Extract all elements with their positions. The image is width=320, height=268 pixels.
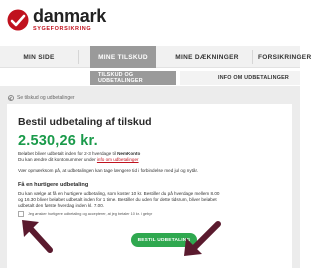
- nav-divider: [252, 50, 253, 64]
- fast-payout-checkbox-label[interactable]: Jeg ønsker hurtigere udbetaling og accep…: [28, 212, 152, 216]
- breadcrumb[interactable]: Se tilskud og udbetalinger: [8, 95, 75, 101]
- annotation-arrow-icon: [184, 221, 221, 256]
- payout-amount: 2.530,26 kr.: [18, 133, 98, 149]
- top-bar: danmark SYGEFORSIKRING: [0, 0, 300, 46]
- brand-logo[interactable]: danmark SYGEFORSIKRING: [7, 7, 106, 37]
- breadcrumb-label: Se tilskud og udbetalinger: [17, 95, 75, 101]
- brand-tagline: SYGEFORSIKRING: [33, 26, 92, 32]
- subtab-info-om-udbetalinger[interactable]: INFO OM UDBETALINGER: [180, 71, 300, 85]
- brand-name: danmark: [33, 6, 106, 26]
- danmark-logo-icon: [7, 9, 29, 31]
- tab-mine-daekninger[interactable]: MINE DÆKNINGER: [168, 46, 246, 68]
- page-title: Bestil udbetaling af tilskud: [18, 116, 152, 128]
- account-info-text: Du kan ændre dit kontonummer under: [18, 157, 97, 162]
- logo-text: danmark SYGEFORSIKRING: [33, 7, 106, 32]
- subtab-tilskud-og-udbetalinger[interactable]: TILSKUD OG UDBETALINGER: [90, 71, 176, 85]
- back-arrow-icon: [8, 95, 14, 101]
- annotation-arrow-icon: [22, 220, 53, 253]
- account-info-line: Du kan ændre dit kontonummer under info …: [18, 157, 139, 163]
- fast-payout-option[interactable]: Jeg ønsker hurtigere udbetaling og accep…: [18, 211, 152, 217]
- fast-payout-checkbox[interactable]: [18, 211, 24, 217]
- fast-payout-heading: Få en hurtigere udbetaling: [18, 182, 89, 188]
- tab-forsikringer[interactable]: FORSIKRINGER: [258, 46, 318, 68]
- nav-divider: [78, 50, 79, 64]
- holiday-notice: Vær opmærksom på, at udbetalingen kan ta…: [18, 168, 199, 173]
- sub-nav: TILSKUD OG UDBETALINGER INFO OM UDBETALI…: [0, 68, 300, 86]
- fast-payout-text-3: udbetalt den første hverdag inden kl. 7.…: [18, 203, 105, 208]
- nemkonto-label: NemKonto: [117, 151, 141, 156]
- tab-min-side[interactable]: MIN SIDE: [0, 46, 78, 68]
- main-nav: MIN SIDE MINE TILSKUD MINE DÆKNINGER FOR…: [0, 46, 311, 68]
- tab-mine-tilskud[interactable]: MINE TILSKUD: [90, 46, 156, 68]
- payout-info-text: Beløbet bliver udbetalt inden for 2-3 hv…: [18, 151, 118, 156]
- info-om-udbetalinger-link[interactable]: info om udbetalinger: [97, 157, 139, 162]
